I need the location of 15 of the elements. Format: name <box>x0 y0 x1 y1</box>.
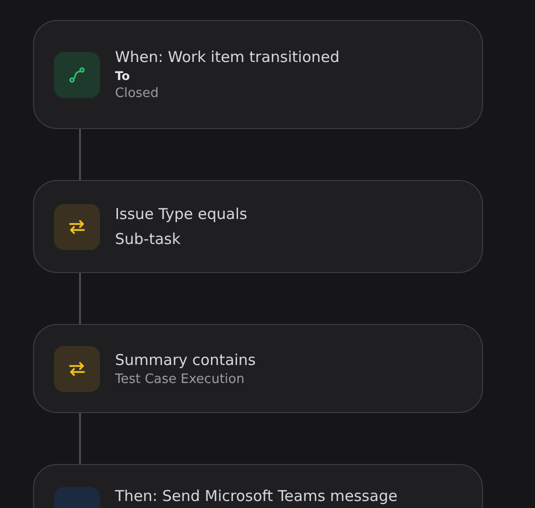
field-value: Closed <box>115 86 160 101</box>
step-card[interactable]: Then: Send Microsoft Teams message <box>33 464 483 508</box>
step-card[interactable]: Summary contains Test Case Execution <box>33 324 483 413</box>
step-title: Summary contains <box>115 350 256 368</box>
step-card[interactable]: When: Work item transitioned To Closed <box>33 20 483 129</box>
field-value: Test Case Execution <box>115 372 246 386</box>
step-card[interactable]: Issue Type equals Sub-task <box>33 180 483 273</box>
swap-arrows-icon <box>68 360 86 376</box>
step-title: Then: Send Microsoft Teams message <box>115 487 398 505</box>
field-value: Sub-task <box>115 230 182 248</box>
path-icon <box>69 66 85 82</box>
field-label: To <box>115 69 131 83</box>
step-title: Issue Type equals <box>115 205 248 223</box>
swap-arrows-icon <box>68 218 86 234</box>
step-title: When: Work item transitioned <box>115 48 340 66</box>
